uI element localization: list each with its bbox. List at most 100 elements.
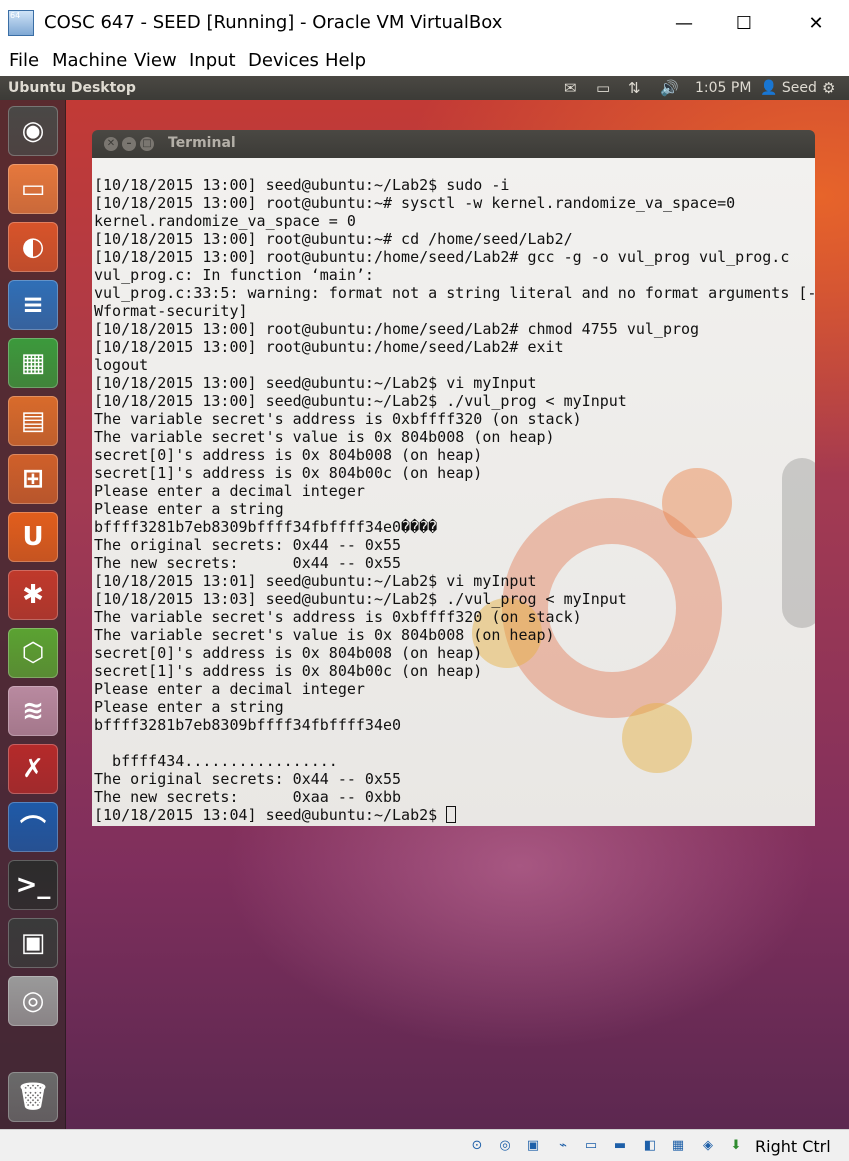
launcher-glyph: ≡: [22, 290, 44, 320]
terminal-line: bffff434.................: [94, 752, 338, 770]
terminal-line: vul_prog.c: In function ‘main’:: [94, 266, 374, 284]
launcher-glyph: 🗑: [16, 1082, 50, 1112]
tool-app-icon[interactable]: ✗: [8, 744, 58, 794]
minimize-button[interactable]: —: [654, 0, 714, 46]
menu-input[interactable]: Input: [189, 50, 236, 71]
menu-machine[interactable]: Machine: [52, 50, 127, 71]
terminal-icon[interactable]: >_: [8, 860, 58, 910]
firefox-icon[interactable]: ◐: [8, 222, 58, 272]
terminal-line: Please enter a decimal integer: [94, 680, 365, 698]
minimize-icon: —: [675, 12, 693, 34]
terminal-minimize-button[interactable]: –: [122, 137, 136, 151]
terminal-close-button[interactable]: ✕: [104, 137, 118, 151]
panel-user-name: Seed: [781, 80, 817, 96]
terminal-line: The variable secret's value is 0x 804b00…: [94, 428, 555, 446]
libreoffice-impress-icon[interactable]: ▤: [8, 396, 58, 446]
terminal-line: [10/18/2015 13:00] root@ubuntu:/home/see…: [94, 320, 700, 338]
launcher-glyph: ◉: [21, 116, 45, 146]
terminal-line: [10/18/2015 13:00] root@ubuntu:~# sysctl…: [94, 194, 736, 212]
host-window-titlebar: 64 COSC 647 - SEED [Running] - Oracle VM…: [0, 0, 849, 46]
close-button[interactable]: ✕: [786, 0, 846, 46]
host-window-title: COSC 647 - SEED [Running] - Oracle VM Vi…: [44, 12, 503, 33]
app-icon-badge: 64: [10, 11, 21, 20]
spring-app-icon[interactable]: ≋: [8, 686, 58, 736]
hex-app-icon[interactable]: ⬡: [8, 628, 58, 678]
keyboard-capture-icon[interactable]: ⬇: [726, 1136, 746, 1156]
menu-view[interactable]: View: [134, 50, 177, 71]
workspace-switcher-icon[interactable]: ▣: [8, 918, 58, 968]
terminal-prompt-line[interactable]: [10/18/2015 13:04] seed@ubuntu:~/Lab2$: [94, 806, 813, 824]
system-settings-icon[interactable]: ✱: [8, 570, 58, 620]
terminal-line: kernel.randomize_va_space = 0: [94, 212, 356, 230]
terminal-line: The original secrets: 0x44 -- 0x55: [94, 536, 402, 554]
software-center-icon[interactable]: ⊞: [8, 454, 58, 504]
terminal-title: Terminal: [168, 135, 236, 151]
terminal-line: Please enter a string: [94, 500, 284, 518]
panel-title: Ubuntu Desktop: [8, 80, 136, 96]
cpu-icon[interactable]: ▦: [668, 1136, 688, 1156]
terminal-titlebar[interactable]: ✕ – □ Terminal: [92, 130, 815, 158]
terminal-output: [10/18/2015 13:00] seed@ubuntu:~/Lab2$ s…: [94, 176, 815, 824]
maximize-button[interactable]: ☐: [714, 0, 774, 46]
menu-file[interactable]: File: [9, 50, 39, 71]
launcher-glyph: ⬡: [21, 638, 45, 668]
maximize-icon: ☐: [735, 12, 753, 34]
panel-clock[interactable]: 1:05 PM: [695, 80, 751, 96]
terminal-line: Please enter a string: [94, 698, 284, 716]
display-icon[interactable]: ▬: [610, 1136, 630, 1156]
hard-disk-icon[interactable]: ⊙: [467, 1136, 487, 1156]
terminal-prompt: [10/18/2015 13:04] seed@ubuntu:~/Lab2$: [94, 806, 447, 824]
dvd-drive-icon[interactable]: ◎: [8, 976, 58, 1026]
terminal-line: secret[1]'s address is 0x 804b00c (on he…: [94, 662, 483, 680]
mail-icon[interactable]: ✉: [564, 79, 577, 97]
panel-user[interactable]: 👤 Seed: [760, 80, 817, 96]
terminal-line: The variable secret's value is 0x 804b00…: [94, 626, 555, 644]
dash-home-icon[interactable]: ◉: [8, 106, 58, 156]
terminal-line: Wformat-security]: [94, 302, 248, 320]
launcher-glyph: ⌒: [19, 814, 46, 845]
menu-devices[interactable]: Devices: [248, 50, 319, 71]
terminal-window[interactable]: ✕ – □ Terminal [10/18/2015 13:00] seed@u…: [92, 130, 815, 826]
unity-launcher: ◉ ▭ ◐ ≡ ▦ ▤ ⊞ U ✱ ⬡ ≋ ✗ ⌒ >_ ▣ ◎ 🗑: [0, 100, 66, 1129]
terminal-body[interactable]: [10/18/2015 13:00] seed@ubuntu:~/Lab2$ s…: [92, 158, 815, 826]
terminal-line: The variable secret's address is 0xbffff…: [94, 608, 582, 626]
host-menubar: File Machine View Input Devices Help: [0, 46, 849, 76]
files-icon[interactable]: ▭: [8, 164, 58, 214]
shared-folders-icon[interactable]: ▭: [581, 1136, 601, 1156]
close-icon: ✕: [808, 12, 824, 34]
launcher-glyph: ◐: [21, 232, 45, 262]
trash-icon[interactable]: 🗑: [8, 1072, 58, 1122]
virtualbox-app-icon: 64: [8, 10, 34, 36]
terminal-line: secret[0]'s address is 0x 804b008 (on he…: [94, 644, 483, 662]
mouse-integration-icon[interactable]: ◈: [698, 1136, 718, 1156]
usb-icon[interactable]: ⌁: [553, 1136, 573, 1156]
terminal-maximize-button[interactable]: □: [140, 137, 154, 151]
battery-icon[interactable]: ▭: [596, 79, 610, 97]
video-capture-icon[interactable]: ◧: [640, 1136, 660, 1156]
terminal-line: bffff3281b7eb8309bffff34fbffff34e0: [94, 716, 402, 734]
volume-icon[interactable]: 🔊: [660, 79, 679, 97]
terminal-line: [10/18/2015 13:00] seed@ubuntu:~/Lab2$ .…: [94, 392, 627, 410]
terminal-line: vul_prog.c:33:5: warning: format not a s…: [94, 284, 815, 302]
terminal-line: bffff3281b7eb8309bffff34fbffff34e0����: [94, 518, 438, 536]
wireshark-icon[interactable]: ⌒: [8, 802, 58, 852]
terminal-line: [10/18/2015 13:00] root@ubuntu:/home/see…: [94, 248, 790, 266]
libreoffice-writer-icon[interactable]: ≡: [8, 280, 58, 330]
menu-help[interactable]: Help: [325, 50, 366, 71]
libreoffice-calc-icon[interactable]: ▦: [8, 338, 58, 388]
network-icon[interactable]: ⇅: [628, 79, 641, 97]
launcher-glyph: ⊞: [22, 464, 44, 494]
ubuntu-one-icon[interactable]: U: [8, 512, 58, 562]
terminal-line: logout: [94, 356, 149, 374]
settings-gear-icon[interactable]: ⚙: [822, 79, 835, 97]
terminal-line: Please enter a decimal integer: [94, 482, 365, 500]
terminal-line: secret[0]'s address is 0x 804b008 (on he…: [94, 446, 483, 464]
launcher-glyph: ◎: [21, 986, 45, 1016]
terminal-line: secret[1]'s address is 0x 804b00c (on he…: [94, 464, 483, 482]
launcher-glyph: >_: [15, 870, 51, 900]
terminal-line: The original secrets: 0x44 -- 0x55: [94, 770, 402, 788]
network-adapter-icon[interactable]: ▣: [523, 1136, 543, 1156]
launcher-glyph: ≋: [22, 696, 44, 726]
optical-drive-icon[interactable]: ◎: [495, 1136, 515, 1156]
